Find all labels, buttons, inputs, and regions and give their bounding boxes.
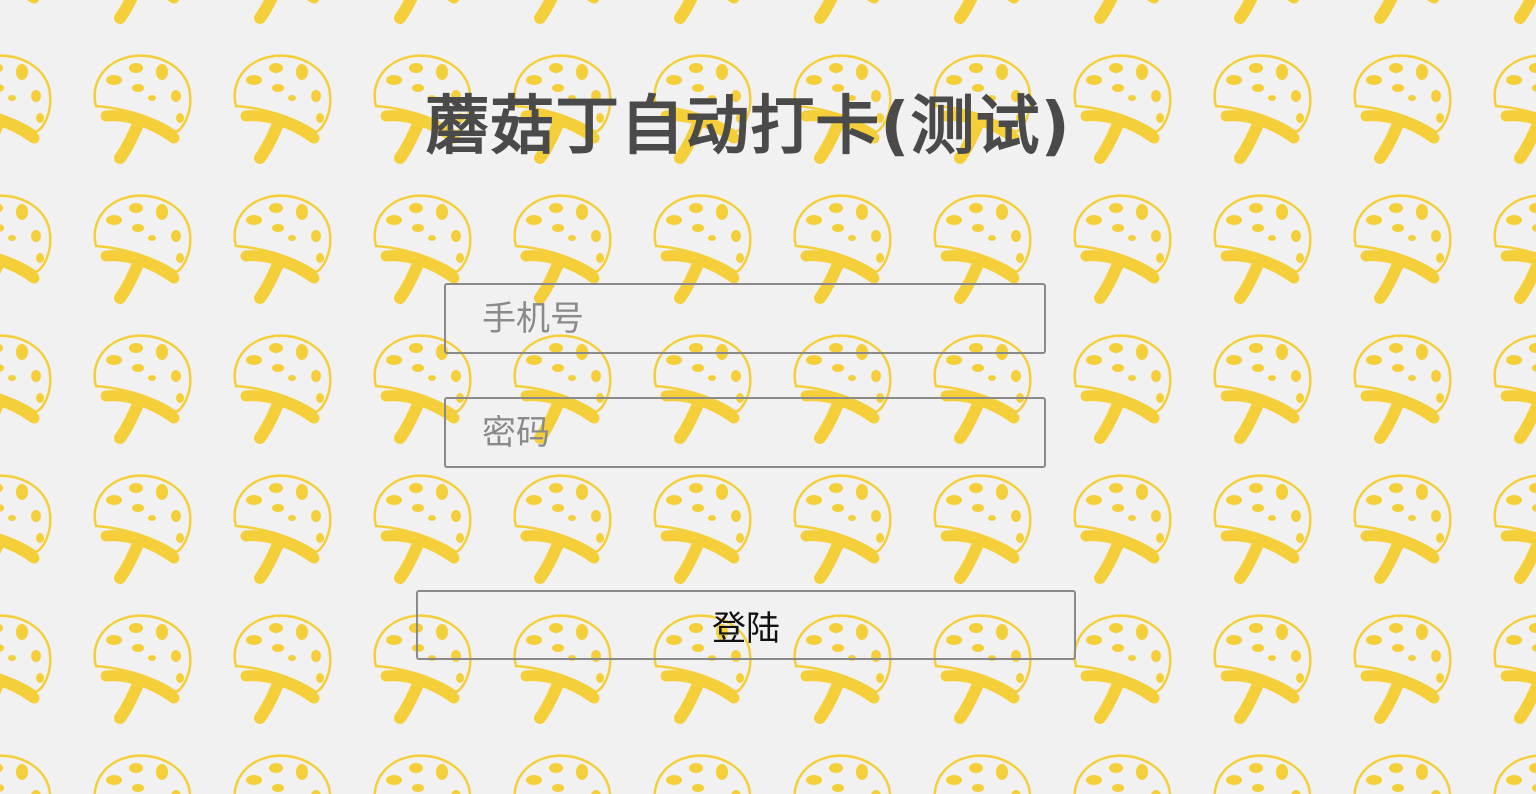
phone-input[interactable] (444, 283, 1046, 354)
login-button[interactable]: 登陆 (416, 590, 1076, 660)
page-title: 蘑菇丁自动打卡(测试) (425, 90, 1071, 164)
password-input[interactable] (444, 397, 1046, 468)
login-page: 蘑菇丁自动打卡(测试) 登陆 (0, 0, 1536, 794)
